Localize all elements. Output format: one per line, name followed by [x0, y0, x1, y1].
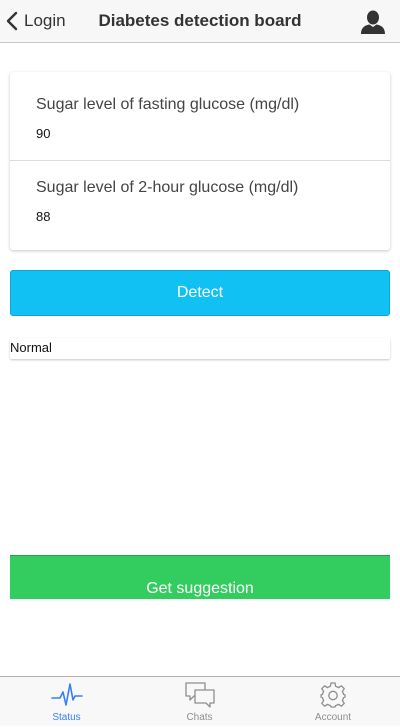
two-hour-glucose-input[interactable]	[36, 209, 356, 224]
chevron-left-icon	[6, 11, 18, 31]
tab-status[interactable]: Status	[0, 677, 133, 727]
two-hour-glucose-label: Sugar level of 2-hour glucose (mg/dl)	[36, 179, 299, 196]
tab-chats[interactable]: Chats	[133, 677, 266, 727]
chat-bubbles-icon	[184, 682, 215, 708]
person-icon	[361, 10, 385, 34]
pulse-icon	[50, 683, 83, 706]
tab-account-label: Account	[314, 712, 352, 723]
fasting-glucose-field[interactable]: Sugar level of fasting glucose (mg/dl)	[10, 72, 390, 160]
nav-bar: Login Diabetes detection board	[0, 0, 400, 43]
get-suggestion-button[interactable]: Get suggestion	[10, 555, 390, 599]
tab-chats-label: Chats	[186, 712, 213, 723]
detect-button[interactable]: Detect	[10, 270, 390, 316]
detection-result: Normal	[10, 338, 390, 359]
fasting-glucose-input[interactable]	[36, 126, 356, 141]
tab-status-label: Status	[52, 712, 81, 723]
two-hour-glucose-field[interactable]: Sugar level of 2-hour glucose (mg/dl)	[10, 161, 390, 249]
glucose-input-card: Sugar level of fasting glucose (mg/dl) S…	[10, 72, 390, 250]
back-button[interactable]: Login	[6, 7, 66, 35]
fasting-glucose-label: Sugar level of fasting glucose (mg/dl)	[36, 96, 300, 113]
gear-icon	[320, 682, 346, 708]
tab-account[interactable]: Account	[266, 677, 400, 727]
tab-bar: Status Chats Account	[0, 676, 400, 726]
profile-button[interactable]	[360, 9, 386, 35]
page-title: Diabetes detection board	[98, 11, 302, 30]
